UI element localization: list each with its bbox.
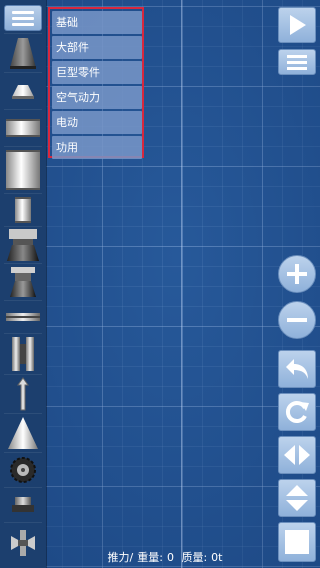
- category-basic[interactable]: 基础: [52, 11, 142, 34]
- side-booster-part[interactable]: [4, 333, 42, 374]
- thrust-label: 推力/: [107, 551, 134, 564]
- hamburger-icon-line: [12, 22, 34, 26]
- category-electric[interactable]: 电动: [52, 111, 142, 134]
- launch-button[interactable]: [278, 7, 316, 43]
- flip-horizontal-icon: [284, 445, 310, 465]
- hamburger-icon-line: [12, 16, 34, 20]
- strut-part[interactable]: [4, 374, 42, 413]
- separator-part[interactable]: [4, 300, 42, 333]
- mass-value: 0t: [211, 551, 223, 564]
- fuel-tank-tall-part[interactable]: [4, 146, 42, 193]
- list-button[interactable]: [278, 49, 316, 75]
- small-capsule-part[interactable]: [4, 72, 42, 109]
- category-large-parts[interactable]: 大部件: [52, 36, 142, 59]
- mass-label: 质量:: [181, 551, 208, 564]
- undo-button[interactable]: [278, 350, 316, 388]
- center-axis-line: [181, 0, 182, 568]
- minus-icon: [287, 318, 307, 322]
- parts-sidebar: [0, 0, 46, 568]
- fuel-tank-thin-part[interactable]: [4, 193, 42, 226]
- weight-value: 0: [166, 551, 174, 564]
- fuel-tank-short-part[interactable]: [4, 109, 42, 146]
- weight-label: 重量:: [137, 551, 163, 564]
- wheel-part[interactable]: [4, 452, 42, 487]
- rocket-engine-small-part[interactable]: [4, 263, 42, 300]
- category-dropdown: 基础 大部件 巨型零件 空气动力 电动 功用: [48, 7, 144, 159]
- play-icon: [290, 15, 306, 35]
- category-aerodynamics[interactable]: 空气动力: [52, 86, 142, 109]
- undo-icon: [286, 359, 308, 379]
- flip-vertical-button[interactable]: [278, 479, 316, 517]
- category-giant-parts[interactable]: 巨型零件: [52, 61, 142, 84]
- menu-button[interactable]: [4, 5, 42, 31]
- hamburger-icon-line: [12, 10, 34, 14]
- docking-port-part[interactable]: [4, 487, 42, 522]
- nose-cone-part[interactable]: [4, 413, 42, 452]
- zoom-out-button[interactable]: [278, 301, 316, 339]
- list-icon: [287, 55, 307, 70]
- redo-icon: [285, 401, 309, 423]
- zoom-in-button[interactable]: [278, 255, 316, 293]
- redo-button[interactable]: [278, 393, 316, 431]
- flip-vertical-icon: [286, 485, 308, 511]
- status-bar: 推力/重量: 0 质量: 0t: [0, 549, 320, 565]
- rocket-engine-large-part[interactable]: [4, 226, 42, 263]
- capsule-nose-part[interactable]: [4, 33, 42, 72]
- flip-horizontal-button[interactable]: [278, 436, 316, 474]
- category-utility[interactable]: 功用: [52, 136, 142, 159]
- plus-icon: [287, 264, 307, 284]
